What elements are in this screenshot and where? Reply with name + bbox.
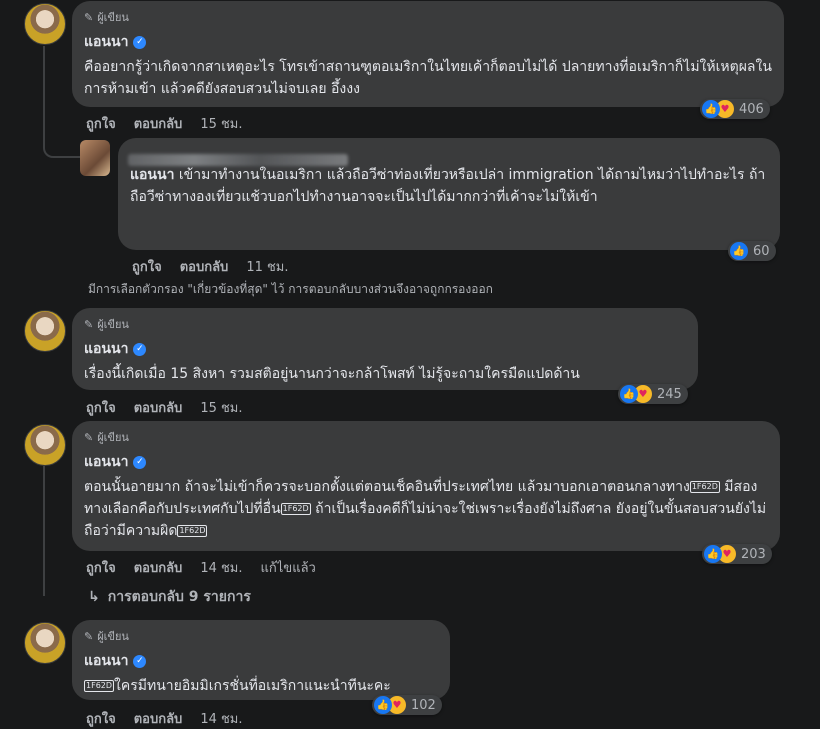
comment-actions: ถูกใจ ตอบกลับ 14 ชม. [86, 708, 243, 729]
comment-bubble: ✎ ผู้เขียน แอนนา ✓ ตอนนั้นอายมาก ถ้าจะไม่เ… [72, 421, 780, 551]
pen-icon: ✎ [84, 10, 94, 24]
author-badge: ✎ ผู้เขียน [84, 430, 129, 445]
reaction-count: 406 [739, 101, 764, 117]
author-badge: ✎ ผู้เขียน [84, 10, 129, 25]
author-badge: ✎ ผู้เขียน [84, 629, 129, 644]
comment-text: ตอนนั้นอายมาก ถ้าจะไม่เข้าก็ควรจะบอกตั้ง… [84, 479, 767, 539]
reaction-count: 245 [657, 386, 682, 402]
comment-actions: ถูกใจ ตอบกลับ 15 ชม. [86, 397, 243, 418]
missing-emoji-glyph: 1F62D [280, 503, 311, 515]
thread-connector [43, 466, 75, 596]
reaction-count: 60 [753, 243, 770, 259]
commenter-name[interactable]: แอนนา [84, 650, 128, 672]
reaction-summary[interactable]: 👍 60 [728, 241, 776, 261]
like-link[interactable]: ถูกใจ [86, 397, 116, 418]
reply-link[interactable]: ตอบกลับ [180, 256, 229, 277]
reaction-count: 102 [411, 697, 436, 713]
reply-link[interactable]: ตอบกลับ [134, 113, 183, 134]
commenter-avatar[interactable] [24, 424, 66, 466]
reply-link[interactable]: ตอบกลับ [134, 557, 183, 578]
pen-icon: ✎ [84, 430, 94, 444]
like-reaction-icon: 👍 [374, 696, 392, 714]
comment-text: 1F62D ใครมีทนายอิมมิเกรชั่นที่อเมริกาแนะน… [84, 678, 391, 694]
like-reaction-icon: 👍 [704, 545, 722, 563]
verified-icon: ✓ [133, 654, 147, 668]
like-link[interactable]: ถูกใจ [86, 557, 116, 578]
reaction-summary[interactable]: 👍 ♥ 245 [618, 384, 688, 404]
filter-note: มีการเลือกตัวกรอง "เกี่ยวข้องที่สุด" ไว้… [88, 282, 493, 296]
timestamp[interactable]: 11 ชม. [246, 256, 288, 277]
like-reaction-icon: 👍 [702, 100, 720, 118]
comment-bubble: ✎ ผู้เขียน แอนนา ✓ เรื่องนี้เกิดเมื่อ 15 ส… [72, 308, 698, 390]
timestamp[interactable]: 15 ชม. [200, 397, 242, 418]
like-reaction-icon: 👍 [620, 385, 638, 403]
thread-connector [43, 46, 81, 158]
reaction-summary[interactable]: 👍 ♥ 203 [702, 544, 772, 564]
commenter-avatar[interactable] [24, 622, 66, 664]
edited-label[interactable]: แก้ไขแล้ว [261, 557, 316, 578]
verified-icon: ✓ [133, 342, 147, 356]
timestamp[interactable]: 15 ชม. [200, 113, 242, 134]
comment-text: เรื่องนี้เกิดเมื่อ 15 สิงหา รวมสติอยู่นา… [84, 366, 580, 382]
comment-actions: ถูกใจ ตอบกลับ 14 ชม. แก้ไขแล้ว [86, 557, 316, 578]
reaction-summary[interactable]: 👍 ♥ 102 [372, 695, 442, 715]
reply-link[interactable]: ตอบกลับ [134, 397, 183, 418]
reaction-summary[interactable]: 👍 ♥ 406 [700, 99, 770, 119]
commenter-name[interactable]: แอนนา [84, 338, 128, 360]
missing-emoji-glyph: 1F62D [689, 481, 720, 493]
author-badge: ✎ ผู้เขียน [84, 317, 129, 332]
reply-arrow-icon: ↳ [88, 589, 100, 605]
comment-bubble: ✎ ผู้เขียน แอนนา ✓ 1F62D ใครมีทนายอิมมิเกรช… [72, 620, 450, 700]
pen-icon: ✎ [84, 317, 94, 331]
like-link[interactable]: ถูกใจ [86, 708, 116, 729]
reply-mention[interactable]: แอนนา [130, 167, 174, 183]
comment-bubble: ✎ ผู้เขียน แอนนา ✓ คืออยากรู้ว่าเกิดจากสาเ… [72, 1, 784, 107]
reply-link[interactable]: ตอบกลับ [134, 708, 183, 729]
timestamp[interactable]: 14 ชม. [200, 557, 242, 578]
missing-emoji-glyph: 1F62D [84, 680, 115, 692]
like-link[interactable]: ถูกใจ [86, 113, 116, 134]
verified-icon: ✓ [133, 35, 147, 49]
timestamp[interactable]: 14 ชม. [200, 708, 242, 729]
commenter-avatar[interactable] [24, 310, 66, 352]
pen-icon: ✎ [84, 629, 94, 643]
missing-emoji-glyph: 1F62D [177, 525, 208, 537]
reaction-count: 203 [741, 546, 766, 562]
view-more-replies[interactable]: ↳ การตอบกลับ 9 รายการ [88, 586, 251, 608]
like-reaction-icon: 👍 [730, 242, 748, 260]
commenter-name[interactable]: แอนนา [84, 31, 128, 53]
reply-avatar[interactable] [80, 140, 110, 176]
reply-actions: ถูกใจ ตอบกลับ 11 ชม. [132, 256, 289, 277]
like-link[interactable]: ถูกใจ [132, 256, 162, 277]
comment-text: คืออยากรู้ว่าเกิดจากสาเหตุอะไร โทรเข้าสถ… [84, 59, 772, 97]
reply-text: เข้ามาทำงานในอเมริกา แล้วถือวีซ่าท่องเที… [130, 167, 766, 205]
comment-actions: ถูกใจ ตอบกลับ 15 ชม. [86, 113, 243, 134]
blurred-reply-author [128, 154, 348, 166]
verified-icon: ✓ [133, 455, 147, 469]
commenter-avatar[interactable] [24, 3, 66, 45]
commenter-name[interactable]: แอนนา [84, 451, 128, 473]
